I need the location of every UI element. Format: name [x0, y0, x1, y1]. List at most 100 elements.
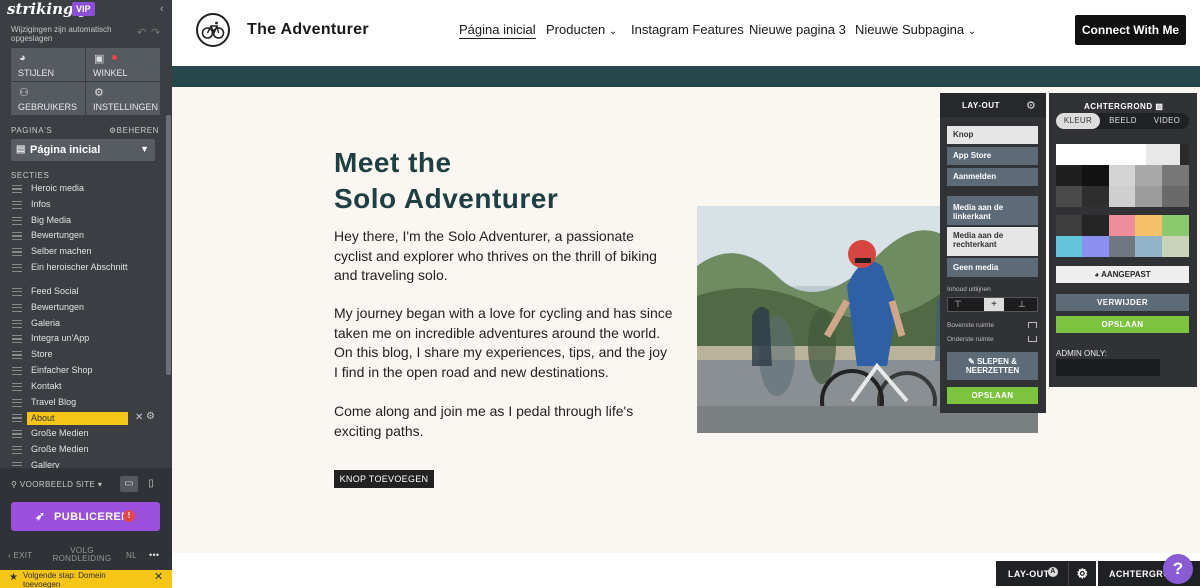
section-item[interactable]: Kontakt — [0, 380, 166, 396]
color-swatch[interactable] — [1109, 236, 1135, 257]
preview-site-button[interactable]: ⚲ VOORBEELD SITE ▾ — [11, 480, 102, 489]
color-swatch[interactable] — [1162, 236, 1189, 257]
users-button[interactable]: ⚇ GEBRUIKERS — [11, 82, 85, 115]
tab-video[interactable]: VIDEO — [1145, 113, 1189, 129]
color-swatch[interactable] — [1056, 165, 1082, 186]
section-item[interactable]: Infos — [0, 198, 166, 214]
bottom-gear-icon[interactable]: ⚙ — [1068, 561, 1096, 586]
collapse-sidebar-icon[interactable]: ‹ — [160, 3, 164, 15]
section-item[interactable]: Große Medien — [0, 427, 166, 443]
drag-handle-icon[interactable] — [12, 382, 22, 391]
drag-handle-icon[interactable] — [12, 248, 22, 257]
sidebar-scrollbar[interactable] — [166, 115, 171, 375]
about-paragraph-2[interactable]: My journey began with a love for cycling… — [334, 304, 674, 382]
desktop-view-icon[interactable]: ▭ — [120, 476, 138, 492]
background-save-button[interactable]: OPSLAAN — [1056, 316, 1189, 333]
color-swatch[interactable] — [1135, 236, 1162, 257]
connect-button[interactable]: Connect With Me — [1075, 15, 1186, 45]
top-space-toggle[interactable] — [1028, 322, 1037, 328]
styles-button[interactable]: ◕ STIJLEN — [11, 48, 85, 81]
nav-instagram[interactable]: Instagram Features — [631, 22, 744, 37]
add-button[interactable]: KNOP TOEVOEGEN — [334, 470, 434, 488]
page-selector[interactable]: ▤ Página inicial ▼ — [11, 139, 155, 161]
admin-only-field[interactable] — [1056, 359, 1160, 376]
drag-handle-icon[interactable] — [12, 335, 22, 344]
delete-button[interactable]: VERWIJDER — [1056, 294, 1189, 311]
settings-button[interactable]: ⚙ INSTELLINGEN — [86, 82, 160, 115]
manage-pages-button[interactable]: ⚙BEHEREN — [109, 126, 159, 135]
section-item[interactable]: Heroic media — [0, 182, 166, 198]
section-item[interactable]: Selber machen — [0, 245, 166, 261]
nav-home[interactable]: Página inicial — [459, 22, 536, 39]
more-options-icon[interactable]: ••• — [149, 551, 159, 560]
color-swatch[interactable] — [1162, 215, 1189, 236]
layout-save-button[interactable]: OPSLAAN — [947, 387, 1038, 404]
align-bottom-icon[interactable]: ⊥ — [1018, 299, 1026, 310]
next-step-banner[interactable]: ★ Volgende stap: Domein toevoegen ✕ — [0, 570, 172, 588]
about-paragraph-3[interactable]: Come along and join me as I pedal throug… — [334, 402, 674, 441]
section-item[interactable]: About ✕ ⚙ — [0, 411, 166, 427]
drag-handle-icon[interactable] — [12, 445, 22, 454]
drag-handle-icon[interactable] — [12, 185, 22, 193]
close-icon[interactable]: ✕ — [154, 572, 163, 583]
color-swatch[interactable] — [1135, 186, 1162, 207]
color-swatch[interactable] — [1082, 165, 1109, 186]
about-heading[interactable]: Meet the Solo Adventurer — [334, 145, 558, 217]
color-swatch[interactable] — [1082, 186, 1109, 207]
drag-handle-icon[interactable] — [12, 430, 22, 439]
option-signup[interactable]: Aanmelden — [947, 168, 1038, 186]
nav-products[interactable]: Producten ⌄ — [546, 22, 617, 37]
bottom-space-toggle[interactable] — [1028, 336, 1037, 342]
custom-color-button[interactable]: ◕ AANGEPAST — [1056, 266, 1189, 283]
section-item[interactable]: Feed Social — [0, 285, 166, 301]
undo-icon[interactable]: ↶ — [137, 26, 146, 39]
section-item[interactable]: Einfacher Shop — [0, 364, 166, 380]
tab-color[interactable]: KLEUR — [1056, 113, 1100, 129]
align-top-icon[interactable]: ⊤ — [954, 299, 962, 310]
color-swatch[interactable] — [1180, 144, 1189, 165]
site-title[interactable]: The Adventurer — [247, 21, 369, 39]
bottom-layout-button[interactable]: LAY-OUT A — [996, 561, 1068, 586]
section-item[interactable]: Integra un'App — [0, 332, 166, 348]
tab-image[interactable]: BEELD — [1101, 113, 1145, 129]
color-swatch[interactable] — [1056, 215, 1082, 236]
section-item[interactable]: Store — [0, 348, 166, 364]
drag-handle-icon[interactable] — [12, 366, 22, 375]
redo-icon[interactable]: ↷ — [151, 26, 160, 39]
color-swatch[interactable] — [1082, 236, 1109, 257]
option-media-right[interactable]: Media aan de rechterkant — [947, 227, 1038, 256]
color-swatch[interactable] — [1146, 144, 1163, 165]
section-item[interactable]: Big Media — [0, 214, 166, 230]
drag-handle-icon[interactable] — [12, 414, 22, 423]
drag-handle-icon[interactable] — [12, 287, 22, 296]
help-button[interactable]: ? — [1163, 554, 1193, 584]
color-swatch[interactable] — [1056, 144, 1101, 165]
guide-button[interactable]: VOLG RONDLEIDING — [52, 547, 112, 563]
color-swatch[interactable] — [1056, 236, 1082, 257]
language-button[interactable]: NL — [126, 552, 137, 560]
exit-button[interactable]: ‹ EXIT — [8, 552, 32, 560]
color-swatch[interactable] — [1135, 215, 1162, 236]
drag-handle-icon[interactable] — [12, 263, 22, 272]
color-swatch[interactable] — [1109, 165, 1135, 186]
color-swatch[interactable] — [1109, 215, 1135, 236]
color-swatch[interactable] — [1162, 165, 1189, 186]
nav-subpage[interactable]: Nieuwe Subpagina ⌄ — [855, 22, 976, 37]
color-swatch[interactable] — [1056, 186, 1082, 207]
section-settings-icon[interactable]: ⚙ — [146, 411, 155, 422]
drag-handle-icon[interactable] — [12, 319, 22, 328]
section-item[interactable]: Große Medien — [0, 443, 166, 459]
color-swatch[interactable] — [1082, 215, 1109, 236]
option-button[interactable]: Knop — [947, 126, 1038, 144]
color-swatch[interactable] — [1163, 144, 1180, 165]
gear-icon[interactable]: ⚙ — [1026, 99, 1036, 112]
align-center-icon[interactable]: + — [984, 298, 1004, 311]
color-swatch[interactable] — [1135, 165, 1162, 186]
mobile-view-icon[interactable]: ▯ — [142, 476, 160, 492]
nav-new-page[interactable]: Nieuwe pagina 3 — [749, 22, 846, 37]
section-item[interactable]: Bewertungen — [0, 229, 166, 245]
about-paragraph-1[interactable]: Hey there, I'm the Solo Adventurer, a pa… — [334, 227, 674, 286]
color-swatch[interactable] — [1162, 186, 1189, 207]
color-swatch[interactable] — [1109, 186, 1135, 207]
drag-handle-icon[interactable] — [12, 200, 22, 209]
